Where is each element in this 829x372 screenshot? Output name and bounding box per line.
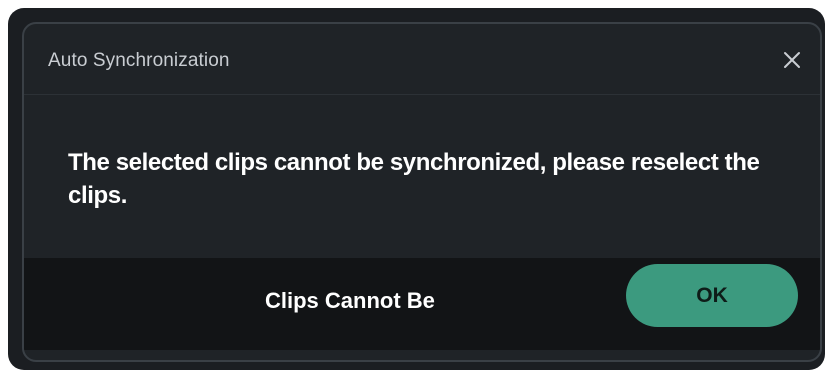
ok-button[interactable]: OK xyxy=(626,264,798,327)
dialog-footer: Clips Cannot Be OK xyxy=(24,258,820,350)
dialog-titlebar: Auto Synchronization xyxy=(24,24,820,95)
auto-sync-dialog: Auto Synchronization The selected clips … xyxy=(22,22,822,362)
close-button[interactable] xyxy=(774,42,810,78)
dialog-message: The selected clips cannot be synchronize… xyxy=(68,149,760,209)
dialog-title: Auto Synchronization xyxy=(48,50,230,71)
close-icon xyxy=(784,52,800,68)
footer-caption: Clips Cannot Be xyxy=(265,288,435,313)
